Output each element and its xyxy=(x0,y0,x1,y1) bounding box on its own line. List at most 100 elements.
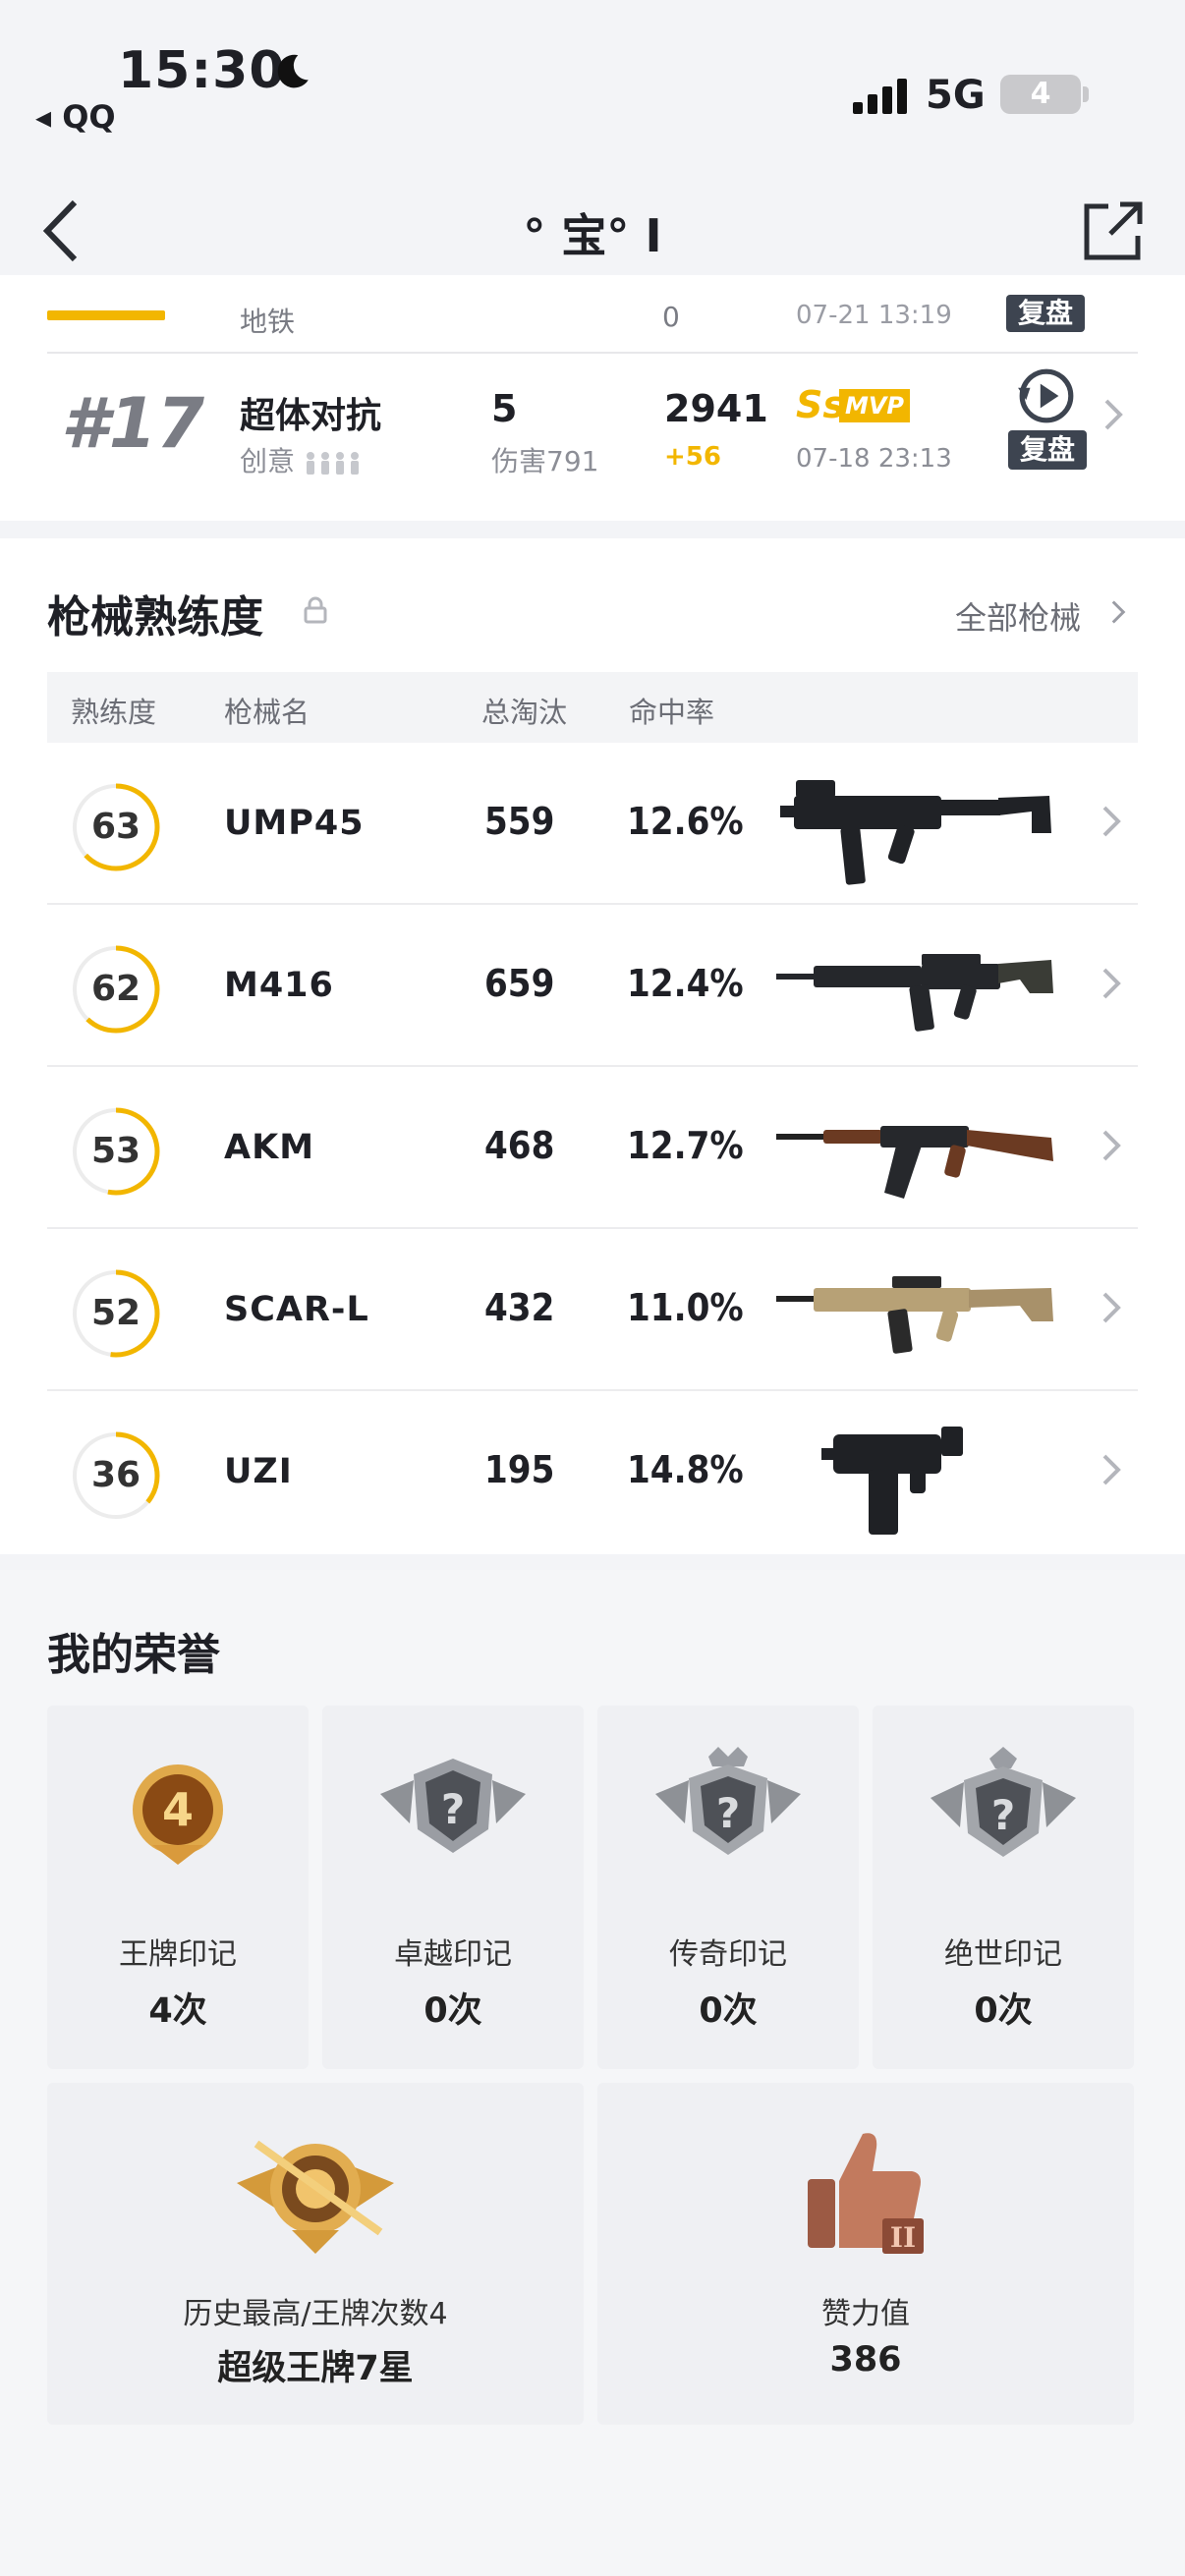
locked-mark-icon: ? xyxy=(380,1759,526,1853)
nav-bar: ° 宝° I xyxy=(0,177,1185,285)
chevron-right-icon[interactable] xyxy=(1100,395,1126,434)
honor-label: 传奇印记 xyxy=(669,1937,787,1972)
chevron-right-icon[interactable] xyxy=(1099,802,1124,841)
match-score: 2941 xyxy=(664,387,768,430)
weapon-name: AKM xyxy=(224,1128,315,1167)
honor-mark-peerless[interactable]: ? 绝世印记 0次 xyxy=(873,1706,1134,2069)
mastery-value: 63 xyxy=(90,807,141,847)
honor-value: 0次 xyxy=(423,1991,482,2031)
mvp-badge: MVP xyxy=(839,389,910,422)
svg-text:4: 4 xyxy=(162,1783,194,1836)
replay-button[interactable]: 复盘 xyxy=(1008,430,1087,470)
likes-label: 赞力值 xyxy=(821,2297,910,2331)
match-time: 07-18 23:13 xyxy=(796,444,952,474)
match-history-card: 地铁 0 07-21 13:19 复盘 #17 超体对抗 创意 5 伤害791 … xyxy=(0,275,1185,521)
rank-cutoff xyxy=(47,310,165,320)
header-mastery: 熟练度 xyxy=(71,696,157,729)
chevron-right-icon[interactable] xyxy=(1108,597,1128,627)
weapon-accuracy: 14.8% xyxy=(627,1448,744,1491)
weapon-accuracy: 12.4% xyxy=(627,962,744,1005)
honor-label: 王牌印记 xyxy=(119,1937,237,1972)
match-damage: 伤害791 xyxy=(491,445,599,477)
match-row[interactable]: #17 超体对抗 创意 5 伤害791 2941 +56 Ss MVP 07-1… xyxy=(47,354,1138,521)
replay-button[interactable]: 复盘 xyxy=(1006,295,1085,332)
likes-card[interactable]: II 赞力值 386 xyxy=(597,2083,1134,2425)
weapon-kills: 195 xyxy=(484,1448,555,1491)
header-kills: 总淘汰 xyxy=(481,696,568,729)
mastery-value: 53 xyxy=(90,1131,141,1171)
weapon-row[interactable]: 62 M416 659 12.4% xyxy=(47,905,1138,1067)
honor-mark-legend[interactable]: ? 传奇印记 0次 xyxy=(597,1706,859,2069)
mastery-value: 36 xyxy=(90,1455,141,1495)
match-kills: 5 xyxy=(491,387,518,430)
match-sub: 创意 xyxy=(240,440,363,479)
locked-mark-icon: ? xyxy=(655,1747,801,1855)
match-rank: #17 xyxy=(61,383,205,464)
weapon-name: UZI xyxy=(224,1452,293,1491)
weapon-name: SCAR-L xyxy=(224,1290,369,1329)
best-rank-card[interactable]: 历史最高/王牌次数4 超级王牌7星 xyxy=(47,2083,584,2425)
chevron-right-icon[interactable] xyxy=(1099,1288,1124,1327)
network-type: 5G xyxy=(926,73,986,118)
weapon-mastery-card: 枪械熟练度 全部枪械 熟练度 枪械名 总淘汰 命中率 63 UMP45 559 … xyxy=(0,538,1185,1554)
match-score-delta: +56 xyxy=(664,442,721,472)
ace-rank-emblem-icon xyxy=(237,2140,394,2254)
weapon-row[interactable]: 52 SCAR-L 432 11.0% xyxy=(47,1229,1138,1391)
best-rank-label: 历史最高/王牌次数4 xyxy=(183,2297,448,2331)
honor-value: 4次 xyxy=(148,1991,207,2031)
chevron-right-icon[interactable] xyxy=(1099,1450,1124,1489)
thumbs-up-icon: II xyxy=(808,2133,924,2254)
header-name: 枪械名 xyxy=(224,696,310,729)
match-mode: 超体对抗 xyxy=(240,396,382,436)
match-row-previous[interactable]: 地铁 0 07-21 13:19 复盘 xyxy=(47,275,1138,354)
scar-l-image xyxy=(776,1276,1053,1354)
honor-mark-excellence[interactable]: ? 卓越印记 0次 xyxy=(322,1706,584,2069)
svg-text:II: II xyxy=(890,2221,916,2254)
honor-label: 绝世印记 xyxy=(944,1937,1062,1972)
svg-text:?: ? xyxy=(441,1785,465,1833)
honor-mark-ace[interactable]: 4 王牌印记 4次 xyxy=(47,1706,309,2069)
weapon-kills: 559 xyxy=(484,800,555,843)
svg-text:?: ? xyxy=(716,1789,740,1837)
honor-value: 0次 xyxy=(974,1991,1033,2031)
table-header: 熟练度 枪械名 总淘汰 命中率 xyxy=(47,672,1138,743)
header-accuracy: 命中率 xyxy=(629,696,715,729)
locked-mark-icon: ? xyxy=(931,1747,1076,1857)
weapon-kills: 432 xyxy=(484,1286,555,1329)
honor-value: 0次 xyxy=(699,1991,758,2031)
players-icon xyxy=(306,452,359,475)
back-to-app-link[interactable]: ◂ QQ xyxy=(35,98,116,136)
weapon-name: M416 xyxy=(224,966,334,1005)
section-title: 我的荣誉 xyxy=(47,1630,220,1680)
svg-text:?: ? xyxy=(991,1791,1015,1839)
section-title: 枪械熟练度 xyxy=(47,592,263,643)
best-rank-value: 超级王牌7星 xyxy=(217,2349,414,2388)
honors-card: 我的荣誉 4 王牌印记 4次 ? 卓越印记 0次 ? 传奇印记 0次 ? 绝世印… xyxy=(0,1570,1185,2576)
all-weapons-link[interactable]: 全部枪械 xyxy=(955,593,1081,639)
weapon-accuracy: 12.7% xyxy=(627,1124,744,1167)
weapon-kills: 468 xyxy=(484,1124,555,1167)
match-kills: 0 xyxy=(662,301,680,333)
grade-badge: Ss xyxy=(796,383,845,426)
match-sub-label: 创意 xyxy=(240,445,296,477)
replay-icon[interactable] xyxy=(1016,365,1077,426)
uzi-image xyxy=(821,1427,963,1535)
weapon-row[interactable]: 53 AKM 468 12.7% xyxy=(47,1067,1138,1229)
weapon-row[interactable]: 63 UMP45 559 12.6% xyxy=(47,743,1138,905)
chevron-right-icon[interactable] xyxy=(1099,964,1124,1003)
mastery-value: 52 xyxy=(90,1293,141,1333)
clock: 15:30 xyxy=(118,41,286,100)
page-title: ° 宝° I xyxy=(523,209,662,262)
lock-icon xyxy=(304,596,327,624)
signal-icon xyxy=(853,79,907,114)
match-time: 07-21 13:19 xyxy=(796,301,952,330)
moon-icon xyxy=(277,54,309,88)
m416-image xyxy=(776,954,1053,1032)
likes-value: 386 xyxy=(829,2340,902,2380)
akm-image xyxy=(776,1126,1053,1199)
weapon-row[interactable]: 36 UZI 195 14.8% xyxy=(47,1391,1138,1553)
share-icon[interactable] xyxy=(1081,198,1146,263)
weapon-name: UMP45 xyxy=(224,804,365,843)
weapon-accuracy: 12.6% xyxy=(627,800,744,843)
chevron-right-icon[interactable] xyxy=(1099,1126,1124,1165)
